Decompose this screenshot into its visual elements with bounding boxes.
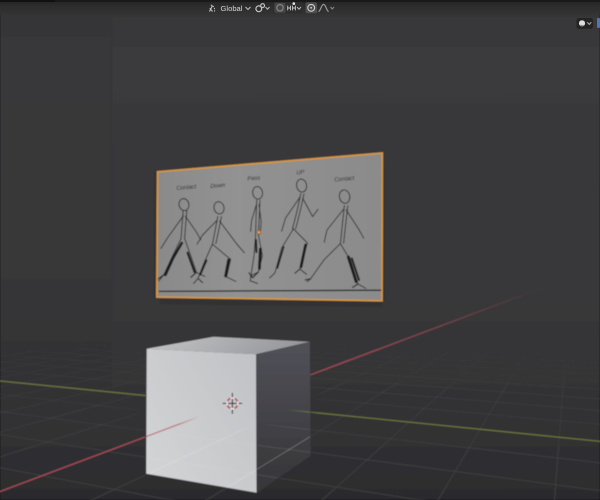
svg-text:Pass: Pass xyxy=(247,175,260,182)
svg-text:Global: Global xyxy=(221,4,243,13)
svg-text:UP: UP xyxy=(296,170,305,177)
